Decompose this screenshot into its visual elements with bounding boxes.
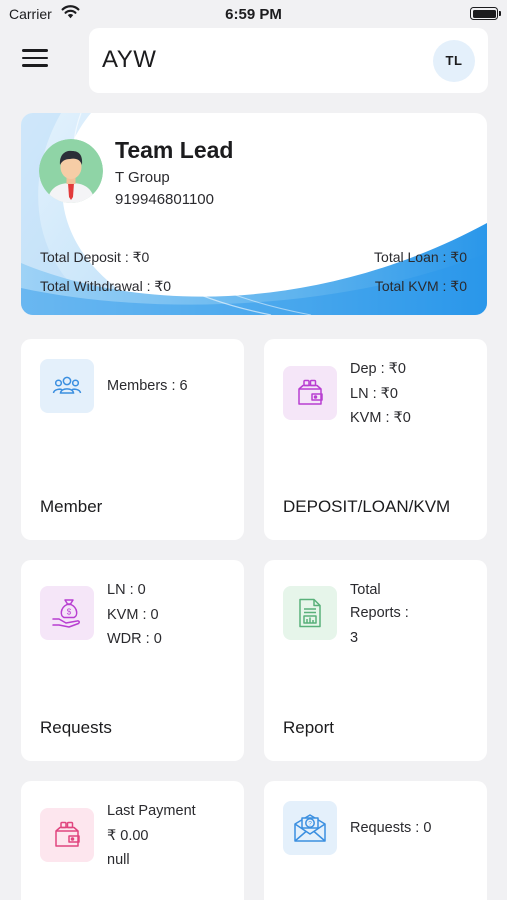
kvm-amount: KVM : ₹0 <box>350 410 411 426</box>
profile-avatar-button[interactable]: TL <box>433 40 475 82</box>
requests-kvm: KVM : 0 <box>107 606 159 623</box>
report-tile[interactable]: Total Reports : 3 Report <box>264 560 487 761</box>
last-payment-note: null <box>107 852 130 868</box>
user-phone: 919946801100 <box>115 191 214 208</box>
requests-tile-title: Requests <box>40 718 112 737</box>
total-loan: Total Loan : ₹0 <box>374 249 467 265</box>
top-bar: AYW TL <box>89 28 488 93</box>
member-tile-title: Member <box>40 497 103 516</box>
wallet-pink-icon <box>40 808 94 862</box>
envelope-icon: ? <box>283 801 337 855</box>
svg-text:$: $ <box>67 608 72 617</box>
last-payment-label: Last Payment <box>107 803 196 819</box>
report-stats: Total Reports : 3 <box>350 578 409 651</box>
last-payment-tile[interactable]: Last Payment ₹ 0.00 null <box>21 781 244 900</box>
people-icon <box>40 359 94 413</box>
svg-text:?: ? <box>308 821 312 828</box>
last-payment-amount: ₹ 0.00 <box>107 827 149 844</box>
deposit-loan-kvm-tile[interactable]: Dep : ₹0 LN : ₹0 KVM : ₹0 DEPOSIT/LOAN/K… <box>264 339 487 540</box>
battery-icon <box>470 7 501 20</box>
app-title: AYW <box>102 46 157 73</box>
members-count: Members : 6 <box>107 378 188 394</box>
payment-stats: Last Payment ₹ 0.00 null <box>107 799 196 873</box>
status-bar: Carrier 6:59 PM <box>0 0 507 28</box>
total-withdrawal: Total Withdrawal : ₹0 <box>40 278 172 294</box>
total-kvm: Total KVM : ₹0 <box>374 278 467 294</box>
money-bag-hand-icon: $ <box>40 586 94 640</box>
loan-amount: LN : ₹0 <box>350 385 398 402</box>
user-name: Team Lead <box>115 137 234 163</box>
requests-count: Requests : 0 <box>350 820 432 836</box>
requests-stats: LN : 0 KVM : 0 WDR : 0 <box>107 578 162 652</box>
requests-ln: LN : 0 <box>107 582 146 598</box>
user-group: T Group <box>115 169 170 186</box>
report-tile-title: Report <box>283 718 335 737</box>
report-document-icon <box>283 586 337 640</box>
status-time: 6:59 PM <box>225 6 282 23</box>
wallet-icon <box>283 366 337 420</box>
requests-count-stats: Requests : 0 <box>350 816 431 841</box>
user-avatar <box>39 139 103 203</box>
report-line-1: Total <box>350 582 381 598</box>
deposit-tile-title: DEPOSIT/LOAN/KVM <box>283 497 451 516</box>
requests-wdr: WDR : 0 <box>107 631 162 647</box>
total-deposit: Total Deposit : ₹0 <box>40 249 150 265</box>
report-line-2: Reports : <box>350 604 409 621</box>
deposit-stats: Dep : ₹0 LN : ₹0 KVM : ₹0 <box>350 357 411 431</box>
menu-icon[interactable] <box>22 49 48 71</box>
deposit-amount: Dep : ₹0 <box>350 361 406 377</box>
requests-count-tile[interactable]: ? Requests : 0 <box>264 781 487 900</box>
report-count: 3 <box>350 630 359 646</box>
requests-tile[interactable]: $ LN : 0 KVM : 0 WDR : 0 Requests <box>21 560 244 761</box>
member-stats: Members : 6 <box>107 374 188 399</box>
profile-card[interactable]: Team Lead T Group 919946801100 Total Dep… <box>21 113 487 315</box>
member-tile[interactable]: Members : 6 Member <box>21 339 244 540</box>
